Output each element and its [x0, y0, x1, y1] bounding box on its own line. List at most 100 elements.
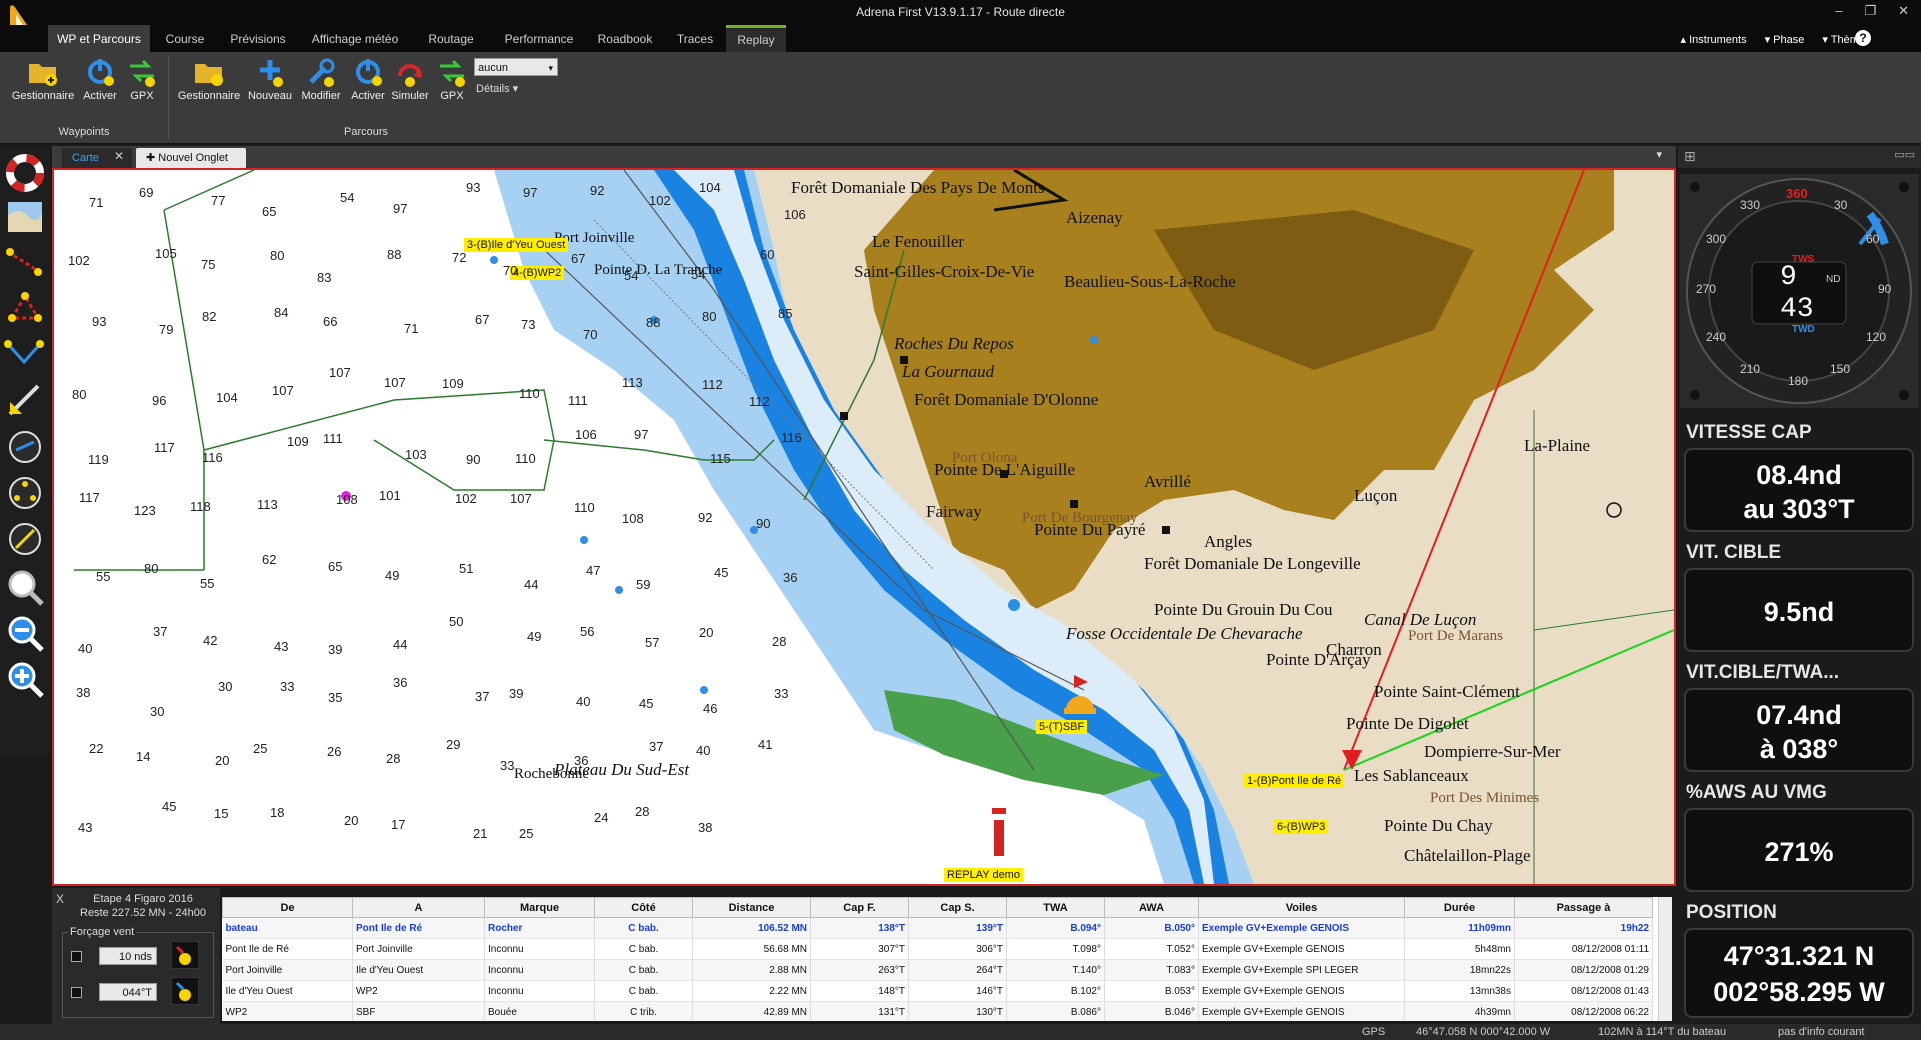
tab-affichage-meteo[interactable]: Affichage météo [304, 25, 406, 52]
parcours-modifier-button[interactable]: Modifier [296, 56, 346, 102]
tab-traces[interactable]: Traces [668, 25, 722, 52]
tab-performance[interactable]: Performance [496, 25, 582, 52]
route-segment-icon[interactable] [4, 242, 46, 284]
place-label: Forêt Domaniale De Longeville [1144, 554, 1361, 573]
tabs-dropdown-icon[interactable]: ▾ [1656, 148, 1662, 161]
table-scrollbar[interactable] [1658, 897, 1672, 1021]
lifebuoy-icon[interactable] [4, 152, 46, 194]
zoom-in-icon[interactable] [4, 658, 46, 700]
wind-direction-icon[interactable] [171, 977, 199, 1005]
forcage-direction-checkbox[interactable] [71, 987, 82, 998]
close-route-table-button[interactable]: X [56, 892, 64, 906]
tab-course[interactable]: Course [160, 25, 210, 52]
route-table[interactable]: De A Marque Côté Distance Cap F. Cap S. TWA AWA V… [222, 897, 1672, 1021]
waypoint-label-ile-dyeu-ouest[interactable]: 3-(B)Ile d'Yeu Ouest [464, 238, 569, 252]
depth-sounding: 116 [202, 450, 223, 465]
depth-sounding: 40 [78, 641, 93, 656]
depth-sounding: 84 [274, 305, 289, 320]
wind-speed-icon[interactable] [171, 941, 199, 969]
table-cell: B.053° [1104, 980, 1199, 1002]
tab-carte-label: Carte [72, 152, 99, 164]
add-instrument-icon[interactable]: ⊞ [1684, 148, 1696, 165]
place-label: Pointe Du Grouin Du Cou [1154, 600, 1333, 619]
parcours-gestionnaire-button[interactable]: Gestionnaire [176, 56, 242, 102]
depth-sounding: 25 [519, 826, 534, 841]
nautical-chart[interactable]: Forêt Domaniale Des Pays De Monts Aizena… [52, 168, 1676, 886]
depth-sounding: 112 [702, 377, 723, 392]
column-header[interactable]: Cap S. [908, 897, 1007, 918]
instruments-menu[interactable]: ▴ Instruments [1681, 33, 1747, 46]
table-row[interactable]: Port Joinville Ile d'Yeu Ouest Inconnu C ba… [222, 959, 1653, 981]
phase-menu[interactable]: ▾ Phase [1765, 33, 1805, 46]
compass-tool-icon[interactable] [4, 518, 46, 560]
table-row[interactable]: Ile d'Yeu Ouest WP2 Inconnu C bab. 2.22 MN 14… [222, 980, 1653, 1002]
parcours-select[interactable]: aucun ▾ [474, 58, 558, 76]
depth-sounding: 106 [575, 427, 597, 442]
measure-tool-icon[interactable] [4, 380, 46, 422]
column-header[interactable]: Côté [594, 897, 693, 918]
table-row[interactable]: bateau Pont Ile de Ré Rocher C bab. 106.52 M… [222, 917, 1653, 939]
waypoint-label-sbf[interactable]: 5-(T)SBF [1036, 720, 1088, 734]
minimize-button[interactable]: – [1835, 3, 1842, 19]
maximize-button[interactable]: ❐ [1864, 3, 1876, 19]
place-label: Port De Marans [1408, 628, 1503, 644]
route-triangle-icon[interactable] [4, 288, 46, 330]
waypoint-circle-icon[interactable] [4, 472, 46, 514]
column-header[interactable]: AWA [1104, 897, 1199, 918]
depth-sounding: 93 [92, 314, 107, 329]
parcours-activer-button[interactable]: Activer [346, 56, 390, 102]
waypoints-activer-button[interactable]: Activer [78, 56, 122, 102]
column-header[interactable]: Durée [1404, 897, 1515, 918]
tab-nouvel-onglet[interactable]: ✚ Nouvel Onglet [136, 148, 246, 168]
details-button[interactable]: Détails ▾ [476, 82, 518, 95]
depth-sounding: 41 [758, 737, 773, 752]
forcage-speed-input[interactable]: 10 nds [99, 947, 157, 965]
parcours-nouveau-button[interactable]: Nouveau [246, 56, 294, 102]
column-header[interactable]: Cap F. [810, 897, 909, 918]
table-cell: C bab. [594, 980, 693, 1002]
waypoints-gpx-button[interactable]: GPX [124, 56, 160, 102]
tab-previsions[interactable]: Prévisions [222, 25, 294, 52]
depth-sounding: 112 [749, 394, 770, 409]
column-header[interactable]: Passage à [1514, 897, 1653, 918]
boat-cursor-icon[interactable] [4, 426, 46, 468]
column-header[interactable]: De [222, 897, 353, 918]
panel-options-icon[interactable]: ▭▭ [1894, 148, 1915, 161]
table-cell: C bab. [594, 938, 693, 960]
parcours-simuler-button[interactable]: Simuler [388, 56, 432, 102]
depth-sounding: 54 [624, 268, 639, 283]
window-title: Adrena First V13.9.1.17 - Route directe [856, 5, 1065, 19]
vitesse-cap-heading: au 303°T [1743, 494, 1855, 524]
depth-sounding: 109 [287, 434, 309, 449]
tab-replay[interactable]: Replay [726, 25, 786, 52]
column-header[interactable]: Distance [692, 897, 811, 918]
place-label: Fairway [926, 502, 982, 521]
forcage-speed-checkbox[interactable] [71, 951, 82, 962]
map-layer-icon[interactable] [4, 196, 46, 238]
column-header[interactable]: Marque [484, 897, 595, 918]
tab-roadbook[interactable]: Roadbook [588, 25, 662, 52]
help-icon[interactable]: ? [1855, 30, 1871, 46]
column-header[interactable]: TWA [1006, 897, 1105, 918]
waypoint-label-wp2[interactable]: 4-(B)WP2 [510, 266, 565, 280]
column-header[interactable]: A [352, 897, 485, 918]
tab-routage[interactable]: Routage [418, 25, 484, 52]
tab-wp-et-parcours[interactable]: WP et Parcours [48, 25, 150, 52]
waypoints-gestionnaire-button[interactable]: Gestionnaire [8, 56, 78, 102]
close-tab-icon[interactable]: ✕ [114, 149, 124, 163]
depth-sounding: 55 [96, 569, 111, 584]
waypoint-label-pont-ile-de-re[interactable]: 1-(B)Pont Ile de Ré [1244, 774, 1345, 788]
table-row[interactable]: WP2 SBF Bouée C trib. 42.89 MN 131°T 130°T B.08… [222, 1001, 1653, 1021]
close-button[interactable]: ✕ [1898, 3, 1909, 19]
depth-sounding: 62 [262, 552, 277, 567]
depth-sounding: 80 [270, 248, 285, 263]
column-header[interactable]: Voiles [1198, 897, 1405, 918]
route-zigzag-icon[interactable] [4, 334, 46, 376]
zoom-area-icon[interactable] [4, 566, 46, 608]
waypoint-label-wp3[interactable]: 6-(B)WP3 [1274, 820, 1329, 834]
table-row[interactable]: Pont Ile de Ré Port Joinville Inconnu C bab… [222, 938, 1653, 960]
parcours-gpx-button[interactable]: GPX [434, 56, 470, 102]
forcage-direction-input[interactable]: 044°T [99, 983, 157, 1001]
power-icon [356, 59, 382, 86]
zoom-out-icon[interactable] [4, 612, 46, 654]
